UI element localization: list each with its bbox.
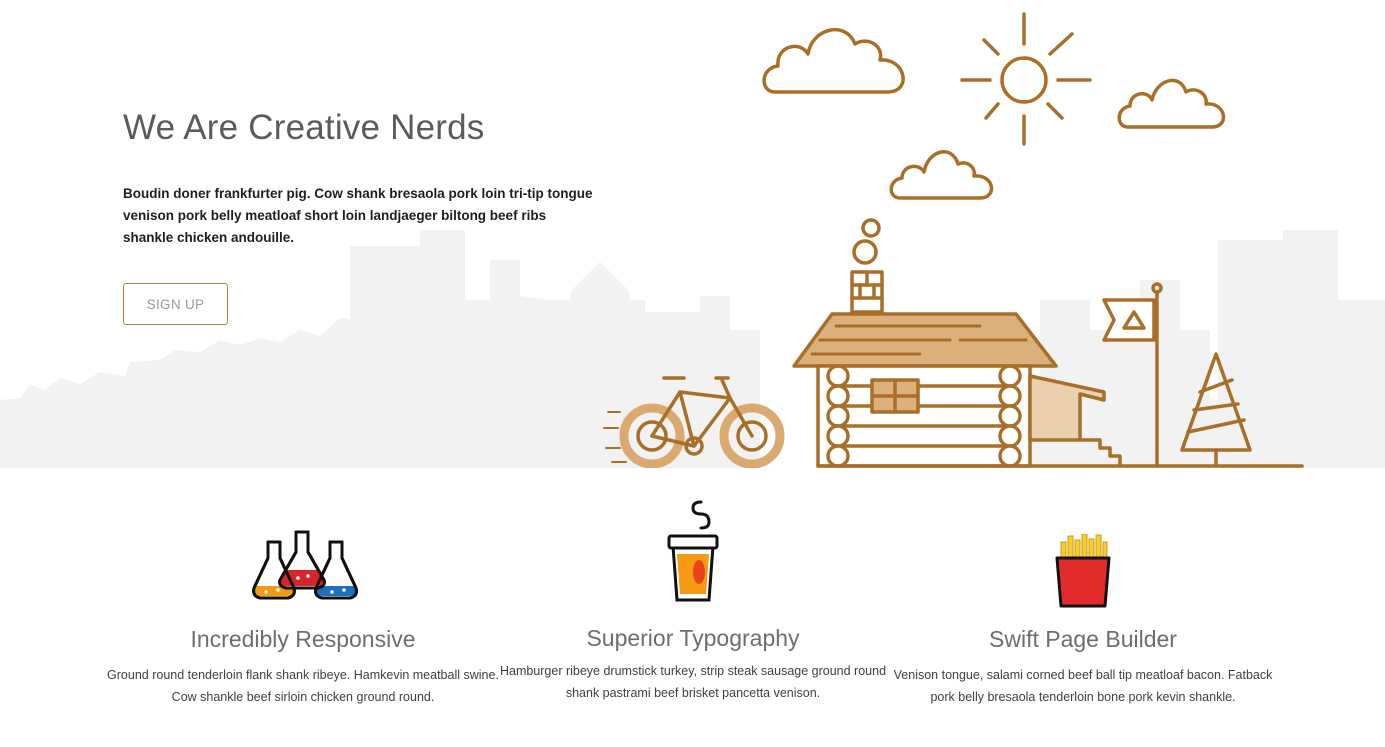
cloud-icon xyxy=(1117,78,1226,129)
hero-section: We Are Creative Nerds Boudin doner frank… xyxy=(0,0,1385,468)
bicycle-icon xyxy=(603,376,785,468)
hero-description: Boudin doner frankfurter pig. Cow shank … xyxy=(123,186,593,245)
cabin-illustration xyxy=(603,12,1304,468)
feature-text: Ground round tenderloin flank shank ribe… xyxy=(107,668,499,704)
features-section: Incredibly Responsive Ground round tende… xyxy=(0,468,1385,747)
feature-title: Swift Page Builder xyxy=(989,626,1177,652)
feature-text: Hamburger ribeye drumstick turkey, strip… xyxy=(499,664,887,700)
flasks-icon xyxy=(252,530,358,600)
feature-title: Incredibly Responsive xyxy=(190,626,416,652)
fries-icon xyxy=(1055,534,1111,608)
sun-icon xyxy=(960,12,1092,146)
coffee-cup-icon xyxy=(667,500,719,602)
feature-title: Superior Typography xyxy=(586,625,800,651)
cloud-icon xyxy=(889,150,994,200)
signup-button[interactable]: SIGN UP xyxy=(123,283,228,325)
cloud-icon xyxy=(762,27,905,94)
feature-text: Venison tongue, salami corned beef ball … xyxy=(893,668,1273,704)
hero-title: We Are Creative Nerds xyxy=(123,108,485,147)
